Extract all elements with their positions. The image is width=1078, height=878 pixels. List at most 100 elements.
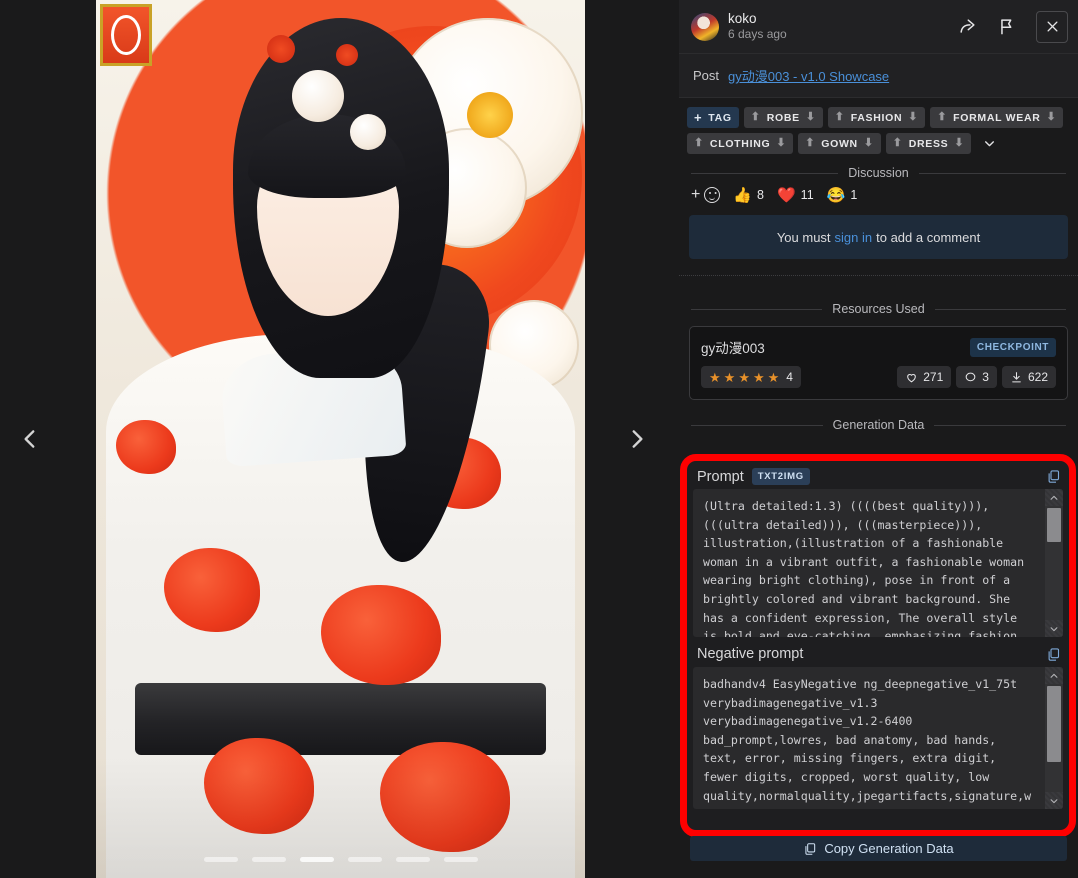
upvote-icon[interactable]: ⬆ bbox=[937, 112, 947, 123]
upvote-icon[interactable]: ⬆ bbox=[694, 138, 704, 149]
prompt-scrollbar[interactable] bbox=[1045, 489, 1063, 637]
pagination-dash[interactable] bbox=[251, 857, 286, 862]
image-viewer bbox=[0, 0, 679, 878]
flag-icon bbox=[1000, 19, 1011, 35]
reaction-heart[interactable]: ❤️ 11 bbox=[777, 188, 814, 203]
star-icon: ★ bbox=[738, 369, 750, 385]
heart-icon bbox=[907, 373, 917, 382]
signin-suffix: to add a comment bbox=[876, 229, 981, 245]
share-button[interactable] bbox=[954, 14, 980, 40]
negative-prompt-header: Negative prompt bbox=[693, 637, 1063, 667]
copy-icon bbox=[1048, 647, 1060, 661]
resource-stats-row: ★ ★ ★ ★ ★ 4 271 3 622 bbox=[701, 366, 1056, 388]
upvote-icon[interactable]: ⬆ bbox=[893, 138, 903, 149]
downvote-icon[interactable]: ⬇ bbox=[864, 138, 874, 149]
downvote-icon[interactable]: ⬇ bbox=[1047, 112, 1057, 123]
scroll-thumb[interactable] bbox=[1047, 508, 1061, 542]
tag-fashion[interactable]: ⬆ FASHION ⬇ bbox=[827, 107, 926, 128]
prompt-textarea[interactable]: (Ultra detailed:1.3) ((((best quality)))… bbox=[693, 489, 1063, 637]
reaction-thumbs-up[interactable]: 👍 8 bbox=[733, 188, 764, 203]
resource-name[interactable]: gy动漫003 bbox=[701, 337, 765, 357]
section-separator bbox=[679, 275, 1078, 276]
report-button[interactable] bbox=[994, 14, 1020, 40]
image-detail-modal: koko 6 days ago Post gy动漫003 - v1.0 Show… bbox=[0, 0, 1078, 878]
previous-image-button[interactable] bbox=[7, 416, 53, 462]
upvote-icon[interactable]: ⬆ bbox=[805, 138, 815, 149]
downvote-icon[interactable]: ⬇ bbox=[806, 112, 816, 123]
user-info: koko 6 days ago bbox=[728, 11, 787, 42]
username[interactable]: koko bbox=[728, 11, 787, 27]
scroll-track[interactable] bbox=[1045, 684, 1063, 792]
show-more-tags-button[interactable] bbox=[976, 133, 1002, 154]
artwork-blossom-core bbox=[467, 92, 513, 138]
comments-stat[interactable]: 3 bbox=[956, 366, 997, 388]
downloads-stat[interactable]: 622 bbox=[1001, 366, 1056, 388]
rating-stars[interactable]: ★ ★ ★ ★ ★ 4 bbox=[701, 366, 801, 388]
close-button[interactable] bbox=[1036, 10, 1068, 43]
reaction-laughing[interactable]: 😂 1 bbox=[827, 188, 858, 203]
discussion-divider: Discussion bbox=[679, 162, 1078, 182]
tag-clothing[interactable]: ⬆ CLOTHING ⬇ bbox=[687, 133, 794, 154]
pagination-dash[interactable] bbox=[299, 857, 334, 862]
pagination-dash[interactable] bbox=[395, 857, 430, 862]
copy-generation-data-button[interactable]: Copy Generation Data bbox=[690, 836, 1067, 861]
artwork-hair-flower bbox=[291, 70, 344, 123]
chevron-down-icon bbox=[1050, 626, 1058, 631]
add-reaction-button[interactable]: + bbox=[691, 187, 721, 203]
tag-label: CLOTHING bbox=[709, 137, 771, 150]
copy-negative-prompt-button[interactable] bbox=[1046, 647, 1061, 662]
downvote-icon[interactable]: ⬇ bbox=[908, 112, 918, 123]
tag-label: FASHION bbox=[850, 111, 903, 124]
close-icon bbox=[1047, 21, 1057, 32]
tag-label: DRESS bbox=[908, 137, 949, 150]
tag-robe[interactable]: ⬆ ROBE ⬇ bbox=[743, 107, 823, 128]
post-link[interactable]: gy动漫003 - v1.0 Showcase bbox=[728, 66, 889, 85]
star-icon: ★ bbox=[723, 369, 736, 385]
upvote-icon[interactable]: ⬆ bbox=[751, 112, 761, 123]
copy-icon bbox=[1048, 470, 1060, 483]
add-tag-button[interactable]: + TAG bbox=[687, 107, 739, 128]
downvote-icon[interactable]: ⬇ bbox=[776, 138, 786, 149]
scroll-down-button[interactable] bbox=[1045, 620, 1063, 637]
next-image-button[interactable] bbox=[614, 416, 660, 462]
upvote-icon[interactable]: ⬆ bbox=[835, 112, 845, 123]
scroll-down-button[interactable] bbox=[1045, 792, 1063, 809]
chevron-right-icon bbox=[632, 430, 643, 448]
resources-divider: Resources Used bbox=[679, 298, 1078, 318]
panel-header: koko 6 days ago bbox=[679, 0, 1078, 54]
post-row: Post gy动漫003 - v1.0 Showcase bbox=[679, 54, 1078, 98]
reaction-count: 8 bbox=[757, 188, 764, 202]
artwork-image[interactable] bbox=[96, 0, 585, 878]
resource-card[interactable]: gy动漫003 CHECKPOINT ★ ★ ★ ★ ★ 4 271 3 622 bbox=[689, 326, 1068, 400]
tag-dress[interactable]: ⬆ DRESS ⬇ bbox=[885, 133, 972, 154]
image-pagination[interactable] bbox=[96, 857, 585, 862]
negative-prompt-textarea[interactable]: badhandv4 EasyNegative ng_deepnegative_v… bbox=[693, 667, 1063, 809]
tag-gown[interactable]: ⬆ GOWN ⬇ bbox=[798, 133, 881, 154]
post-timestamp: 6 days ago bbox=[728, 27, 787, 42]
downvote-icon[interactable]: ⬇ bbox=[954, 138, 964, 149]
tag-formal-wear[interactable]: ⬆ FORMAL WEAR ⬇ bbox=[930, 107, 1064, 128]
add-tag-label: TAG bbox=[708, 111, 732, 124]
pagination-dash[interactable] bbox=[443, 857, 478, 862]
likes-stat[interactable]: 271 bbox=[897, 366, 952, 388]
generation-data-divider: Generation Data bbox=[679, 414, 1078, 434]
artwork-flower bbox=[164, 548, 261, 633]
scroll-thumb[interactable] bbox=[1047, 686, 1061, 762]
pagination-dash[interactable] bbox=[203, 857, 238, 862]
chevron-up-icon bbox=[1050, 673, 1058, 678]
pagination-dash[interactable] bbox=[347, 857, 382, 862]
copy-prompt-button[interactable] bbox=[1046, 469, 1061, 484]
resource-stats: 271 3 622 bbox=[897, 366, 1056, 388]
scroll-up-button[interactable] bbox=[1045, 667, 1063, 684]
rating-count: 4 bbox=[786, 370, 793, 384]
scroll-up-button[interactable] bbox=[1045, 489, 1063, 506]
share-icon bbox=[959, 19, 975, 33]
tag-label: FORMAL WEAR bbox=[953, 111, 1041, 124]
comments-count: 3 bbox=[982, 370, 989, 384]
scroll-track[interactable] bbox=[1045, 506, 1063, 620]
resource-header: gy动漫003 CHECKPOINT bbox=[701, 337, 1056, 357]
signin-link[interactable]: sign in bbox=[835, 230, 873, 245]
negative-prompt-scrollbar[interactable] bbox=[1045, 667, 1063, 809]
generation-data-divider-label: Generation Data bbox=[832, 418, 925, 432]
avatar[interactable] bbox=[691, 12, 719, 41]
